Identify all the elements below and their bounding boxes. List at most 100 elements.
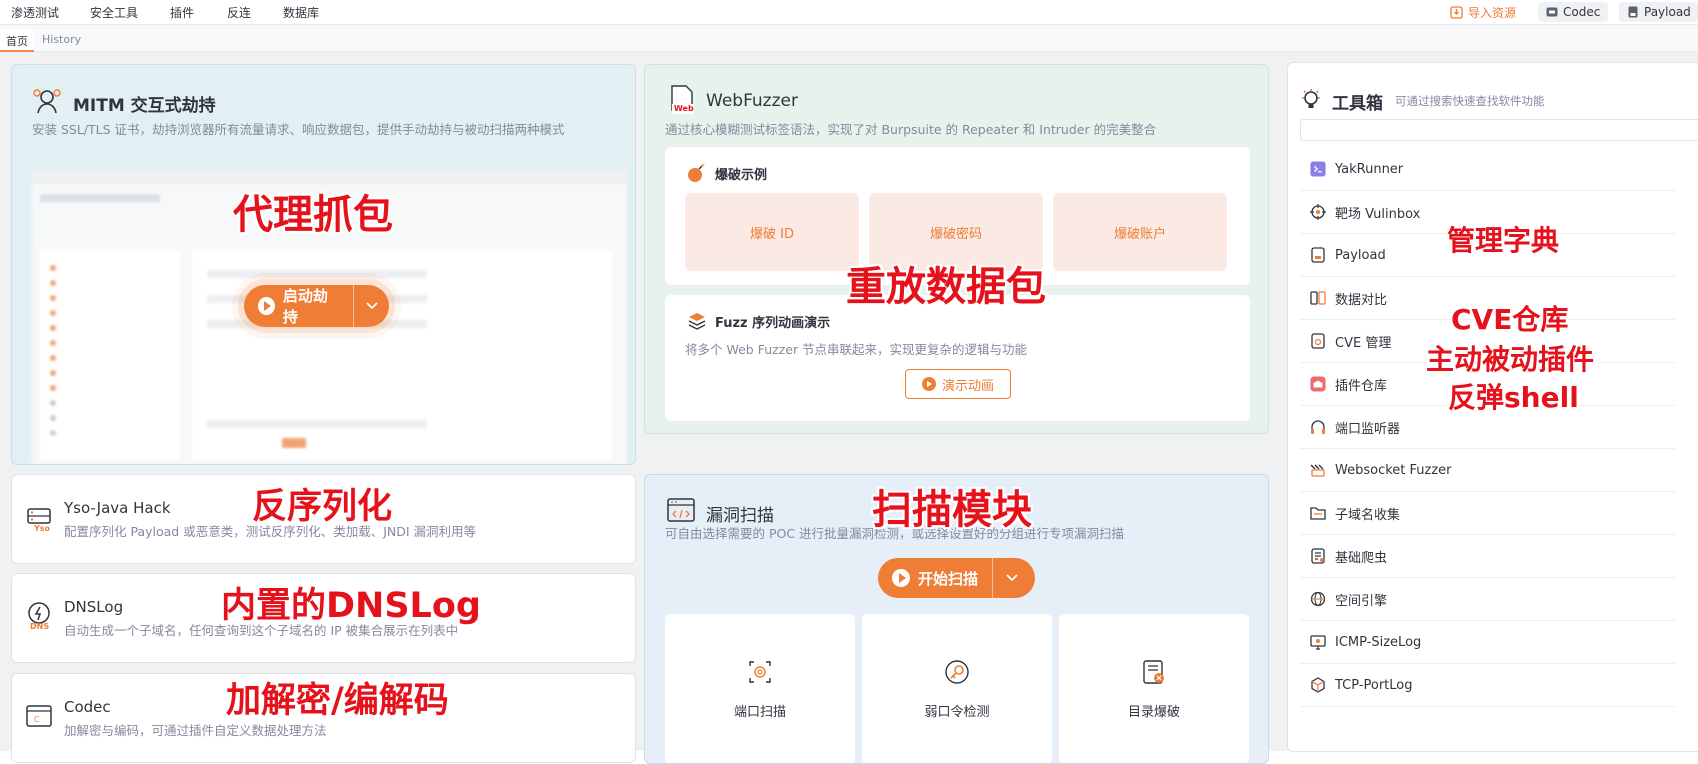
- menu-database[interactable]: 数据库: [283, 4, 319, 21]
- tool-label: 端口监听器: [1335, 421, 1401, 437]
- payload-icon: [1627, 6, 1639, 18]
- menu-pentest[interactable]: 渗透测试: [11, 4, 59, 21]
- import-icon: [1450, 5, 1463, 19]
- demo-animation-button[interactable]: 演示动画: [905, 369, 1011, 399]
- mitm-card[interactable]: MITM 交互式劫持 安装 SSL/TLS 证书，劫持浏览器所有流量请求、响应数…: [11, 64, 636, 465]
- dir-burst-button[interactable]: 目录爆破: [1059, 614, 1249, 763]
- codec-title: Codec: [64, 698, 111, 716]
- cube-icon: [1310, 677, 1326, 693]
- tab-history[interactable]: History: [36, 29, 87, 52]
- terminal-icon: [1310, 161, 1326, 177]
- play-circle-icon: [921, 377, 936, 391]
- scan-dropdown-chevron-icon[interactable]: [992, 558, 1030, 598]
- tool-label: 靶场 Vulinbox: [1335, 206, 1421, 222]
- tool-vulinbox[interactable]: 靶场 Vulinbox: [1300, 191, 1675, 234]
- tool-label: 空间引擎: [1335, 593, 1388, 609]
- vuln-scan-desc: 可自由选择需要的 POC 进行批量漏洞检测，或选择设置好的分组进行专项漏洞扫描: [665, 526, 1125, 541]
- tool-crawler[interactable]: 基础爬虫: [1300, 535, 1675, 578]
- menu-reverse[interactable]: 反连: [227, 4, 251, 21]
- toolbox-search-input[interactable]: [1300, 119, 1698, 141]
- yso-icon-text: Yso: [34, 524, 51, 533]
- burst-account-button[interactable]: 爆破账户: [1053, 193, 1227, 271]
- weak-password-button[interactable]: 弱口令检测: [862, 614, 1052, 763]
- tool-subdomain[interactable]: 子域名收集: [1300, 492, 1675, 535]
- tool-data-compare[interactable]: 数据对比: [1300, 277, 1675, 320]
- menu-plugins[interactable]: 插件: [170, 4, 194, 21]
- start-scan-button[interactable]: 开始扫描: [878, 558, 1035, 598]
- payload-button[interactable]: Payload: [1619, 2, 1698, 22]
- tab-home[interactable]: 首页: [0, 29, 34, 52]
- tool-label: ICMP-SizeLog: [1335, 634, 1422, 650]
- bomb-icon: [687, 163, 705, 187]
- codec-icon: [1546, 6, 1558, 18]
- start-mitm-button[interactable]: 启动劫持: [244, 285, 389, 327]
- webfuzzer-desc: 通过核心模糊测试标签语法，实现了对 Burpsuite 的 Repeater 和…: [665, 122, 1157, 137]
- demo-animation-label: 演示动画: [941, 378, 994, 394]
- start-mitm-label: 启动劫持: [282, 287, 328, 326]
- dir-burst-label: 目录爆破: [1127, 704, 1180, 720]
- dnslog-card[interactable]: DNS DNSLog 自动生成一个子域名，任何查询到这个子域名的 IP 被集合展…: [11, 573, 636, 663]
- dnslog-title: DNSLog: [64, 598, 124, 616]
- fuzz-sequence-desc: 将多个 Web Fuzzer 节点串联起来，实现更复杂的逻辑与功能: [685, 342, 1028, 357]
- tool-websocket-fuzzer[interactable]: Websocket Fuzzer: [1300, 449, 1675, 492]
- fuzz-sequence-title: Fuzz 序列动画演示: [715, 316, 831, 331]
- start-scan-label: 开始扫描: [918, 569, 979, 588]
- burst-id-button[interactable]: 爆破 ID: [685, 193, 859, 271]
- target-icon: [1310, 204, 1326, 220]
- globe-icon: [1310, 591, 1326, 607]
- burst-password-button[interactable]: 爆破密码: [869, 193, 1043, 271]
- tab-bar: 首页 History: [0, 25, 1698, 52]
- codec-label: Codec: [1563, 5, 1601, 19]
- tool-payload[interactable]: Payload: [1300, 234, 1675, 277]
- codec-button[interactable]: Codec: [1538, 2, 1609, 22]
- tool-label: Payload: [1335, 247, 1386, 263]
- crawler-doc-icon: [1310, 548, 1326, 564]
- webfuzzer-title: WebFuzzer: [706, 91, 798, 111]
- dnslog-icon-text: DNS: [30, 622, 50, 631]
- websocket-icon: [1310, 462, 1326, 478]
- mitm-icon: [32, 87, 62, 119]
- burst-example-panel: 爆破示例 爆破 ID 爆破密码 爆破账户: [665, 147, 1250, 285]
- port-scan-button[interactable]: 端口扫描: [665, 614, 855, 763]
- cve-doc-icon: [1310, 333, 1326, 349]
- yso-icon: Yso: [26, 507, 52, 537]
- payload-doc-icon: [1310, 247, 1326, 263]
- webfuzzer-icon: Web: [669, 85, 695, 119]
- vuln-scan-card[interactable]: 漏洞扫描 可自由选择需要的 POC 进行批量漏洞检测，或选择设置好的分组进行专项…: [644, 474, 1269, 764]
- codec-card[interactable]: C Codec 加解密与编码，可通过插件自定义数据处理方法: [11, 673, 636, 763]
- tool-label: TCP-PortLog: [1335, 677, 1413, 693]
- tool-plugin-store[interactable]: 插件仓库: [1300, 363, 1675, 406]
- tool-port-listener[interactable]: 端口监听器: [1300, 406, 1675, 449]
- yso-title: Yso-Java Hack: [64, 499, 171, 517]
- tool-space-engine[interactable]: 空间引擎: [1300, 578, 1675, 621]
- tool-label: 数据对比: [1335, 292, 1388, 308]
- lightbulb-icon: [1300, 88, 1322, 116]
- tool-label: 基础爬虫: [1335, 550, 1388, 566]
- file-list-icon: [1141, 659, 1167, 689]
- folder-icon: [1310, 505, 1326, 521]
- tool-cve-management[interactable]: CVE 管理: [1300, 320, 1675, 363]
- yso-desc: 配置序列化 Payload 或恶意类，测试反序列化、类加载、JNDI 漏洞利用等: [64, 524, 477, 539]
- yso-java-hack-card[interactable]: Yso Yso-Java Hack 配置序列化 Payload 或恶意类，测试反…: [11, 474, 636, 564]
- tool-tcp-portlog[interactable]: TCP-PortLog: [1300, 664, 1675, 707]
- mitm-title: MITM 交互式劫持: [73, 96, 216, 116]
- play-icon: [892, 569, 910, 587]
- mitm-desc: 安装 SSL/TLS 证书，劫持浏览器所有流量请求、响应数据包，提供手动劫持与被…: [32, 122, 565, 137]
- payload-label: Payload: [1644, 5, 1691, 19]
- tool-yakrunner[interactable]: YakRunner: [1300, 148, 1675, 191]
- import-resource-button[interactable]: 导入资源: [1442, 2, 1524, 22]
- toolbox-title: 工具箱: [1332, 94, 1383, 114]
- headphones-icon: [1310, 419, 1326, 435]
- burst-example-title: 爆破示例: [715, 168, 768, 183]
- import-label: 导入资源: [1468, 5, 1517, 20]
- compare-icon: [1310, 290, 1326, 306]
- webfuzzer-card[interactable]: Web WebFuzzer 通过核心模糊测试标签语法，实现了对 Burpsuit…: [644, 64, 1269, 434]
- menu-security-tools[interactable]: 安全工具: [90, 4, 138, 21]
- tool-label: 插件仓库: [1335, 378, 1388, 394]
- fingerprint-icon: [747, 659, 773, 689]
- menu-bar: 渗透测试 安全工具 插件 反连 数据库 导入资源 Codec Payload: [0, 0, 1698, 25]
- plugin-store-icon: [1310, 376, 1326, 392]
- fuzz-sequence-panel: Fuzz 序列动画演示 将多个 Web Fuzzer 节点串联起来，实现更复杂的…: [665, 295, 1250, 421]
- tool-icmp-sizelog[interactable]: ICMP-SizeLog: [1300, 621, 1675, 664]
- codec-card-icon: C: [26, 704, 52, 732]
